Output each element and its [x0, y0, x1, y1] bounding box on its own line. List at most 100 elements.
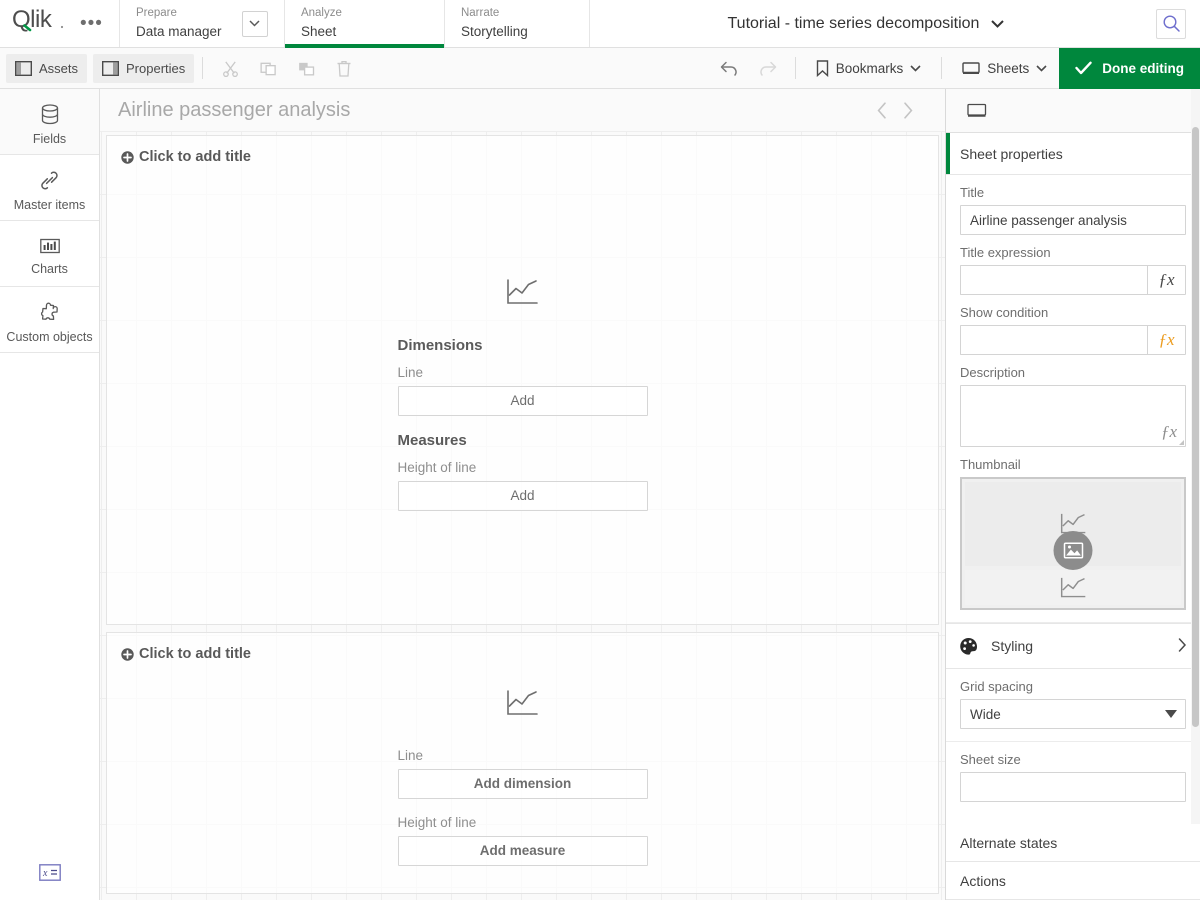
sidebar-item-custom-objects[interactable]: Custom objects: [0, 287, 99, 352]
copy-button[interactable]: [253, 53, 283, 83]
description-fx-button[interactable]: ƒx: [1161, 422, 1177, 442]
previous-sheet-button[interactable]: [877, 102, 887, 119]
search-icon: [1162, 14, 1181, 33]
bar-chart-icon: [40, 237, 60, 255]
hub-tab-prepare[interactable]: Prepare Data manager: [120, 0, 285, 47]
chart-1-add-title[interactable]: Click to add title: [107, 136, 938, 165]
sidebar-item-fields-label: Fields: [33, 132, 66, 146]
title-field-group: Title Airline passenger analysis: [946, 175, 1200, 235]
sidebar-item-charts[interactable]: Charts: [0, 221, 99, 286]
hub-tab-prepare-label: Data manager: [136, 22, 222, 42]
alternate-states-section[interactable]: Alternate states: [946, 824, 1200, 862]
grid-spacing-label: Grid spacing: [960, 679, 1186, 694]
chevron-left-icon: [877, 102, 887, 119]
plus-circle-icon: [121, 648, 134, 661]
grid-spacing-field-group: Grid spacing Wide: [946, 669, 1200, 729]
redo-button[interactable]: [753, 53, 783, 83]
description-textarea[interactable]: ƒx: [960, 385, 1186, 447]
assets-panel-icon: [15, 61, 32, 76]
checkmark-icon: [1075, 61, 1092, 75]
sidebar-item-fields[interactable]: Fields: [0, 89, 99, 154]
sheet-size-label: Sheet size: [960, 752, 1186, 767]
next-sheet-button[interactable]: [903, 102, 913, 119]
actions-section[interactable]: Actions: [946, 862, 1200, 900]
page-title: Airline passenger analysis: [118, 99, 350, 122]
paste-button[interactable]: [291, 53, 321, 83]
prepare-dropdown-button[interactable]: [242, 11, 268, 37]
overflow-menu-button[interactable]: •••: [78, 14, 105, 33]
sheet-properties-header[interactable]: Sheet properties: [946, 133, 1200, 175]
chevron-down-icon: [1165, 710, 1177, 718]
assets-toggle-button[interactable]: Assets: [6, 54, 87, 83]
svg-text:x: x: [42, 868, 48, 879]
delete-button[interactable]: [329, 53, 359, 83]
properties-scrollbar-thumb[interactable]: [1192, 127, 1199, 727]
expression-editor-button[interactable]: x: [39, 864, 61, 886]
hub-tab-analyze[interactable]: Analyze Sheet: [285, 0, 445, 47]
thumbnail-change-button[interactable]: [1054, 531, 1093, 570]
sidebar-item-master-items[interactable]: Master items: [0, 155, 99, 220]
sheet-size-field-group: Sheet size: [946, 742, 1200, 802]
textarea-resize-handle[interactable]: [1179, 440, 1184, 445]
svg-text:Qlik: Qlik: [12, 7, 53, 33]
app-title-dropdown[interactable]: Tutorial - time series decomposition: [590, 0, 1142, 47]
logo-cell: Qlik •••: [0, 0, 120, 47]
bookmarks-menu-button[interactable]: Bookmarks: [804, 48, 934, 88]
chart-2-add-title[interactable]: Click to add title: [107, 633, 938, 662]
hub-tab-narrate-category: Narrate: [461, 5, 573, 22]
undo-button[interactable]: [715, 53, 745, 83]
sheet-grid[interactable]: Click to add title Dimensions Line: [100, 131, 945, 900]
done-editing-button[interactable]: Done editing: [1059, 48, 1200, 89]
properties-toggle-button[interactable]: Properties: [93, 54, 194, 83]
chart-placeholder-2[interactable]: Click to add title Line Add dimensi: [106, 632, 939, 894]
chart-1-add-measure-button[interactable]: Add: [398, 481, 648, 511]
chart-1-measure-label: Height of line: [398, 460, 648, 475]
toolbar-divider: [941, 57, 942, 79]
description-label: Description: [960, 365, 1186, 380]
tab-sheet-properties[interactable]: [963, 97, 991, 125]
chart-2-add-dimension-button[interactable]: Add dimension: [398, 769, 648, 799]
sidebar-item-charts-label: Charts: [31, 262, 68, 276]
chevron-down-icon: [249, 20, 260, 27]
search-cell: [1142, 0, 1200, 47]
properties-panel-icon: [102, 61, 119, 76]
styling-label: Styling: [991, 638, 1033, 654]
chart-1-add-dimension-button[interactable]: Add: [398, 386, 648, 416]
sidebar-item-master-items-label: Master items: [14, 198, 86, 212]
qlik-logo-mark: Qlik: [12, 7, 68, 33]
title-expression-fx-button[interactable]: ƒx: [1147, 265, 1186, 295]
title-input[interactable]: Airline passenger analysis: [960, 205, 1186, 235]
search-button[interactable]: [1156, 9, 1186, 39]
chart-1-config: Dimensions Line Add Measures Height of l…: [107, 165, 938, 624]
done-editing-label: Done editing: [1102, 61, 1184, 76]
title-expression-input[interactable]: [960, 265, 1147, 295]
qlik-sense-sheet-editor: Qlik ••• Prepare Data manager Analyze Sh…: [0, 0, 1200, 900]
hub-tab-narrate[interactable]: Narrate Storytelling: [445, 0, 590, 47]
show-condition-fx-button[interactable]: ƒx: [1147, 325, 1186, 355]
chart-placeholder-1[interactable]: Click to add title Dimensions Line: [106, 135, 939, 625]
line-chart-icon: [1060, 577, 1087, 599]
cut-button[interactable]: [215, 53, 245, 83]
chart-2-dimension-label: Line: [398, 748, 648, 763]
chart-2-add-measure-button[interactable]: Add measure: [398, 836, 648, 866]
puzzle-icon: [39, 302, 61, 323]
sheets-menu-button[interactable]: Sheets: [950, 48, 1059, 88]
grid-spacing-value: Wide: [970, 707, 1001, 722]
chart-1-dimension-label: Line: [398, 365, 648, 380]
properties-scrollbar[interactable]: [1191, 89, 1200, 900]
chevron-down-icon: [991, 20, 1004, 28]
toolbar-divider: [202, 57, 203, 79]
styling-section[interactable]: Styling: [946, 623, 1200, 669]
thumbnail-preview[interactable]: [960, 477, 1186, 610]
expression-editor-icon: x: [39, 864, 61, 881]
sheet-size-select[interactable]: [960, 772, 1186, 802]
trash-icon: [336, 60, 352, 77]
assets-label: Assets: [39, 61, 78, 76]
show-condition-input[interactable]: [960, 325, 1147, 355]
grid-spacing-select[interactable]: Wide: [960, 699, 1186, 729]
link-icon: [39, 170, 60, 191]
paste-icon: [298, 60, 315, 77]
qlik-logo[interactable]: Qlik: [12, 7, 68, 38]
palette-icon: [959, 637, 978, 656]
assets-rail: Fields Master items: [0, 89, 100, 900]
